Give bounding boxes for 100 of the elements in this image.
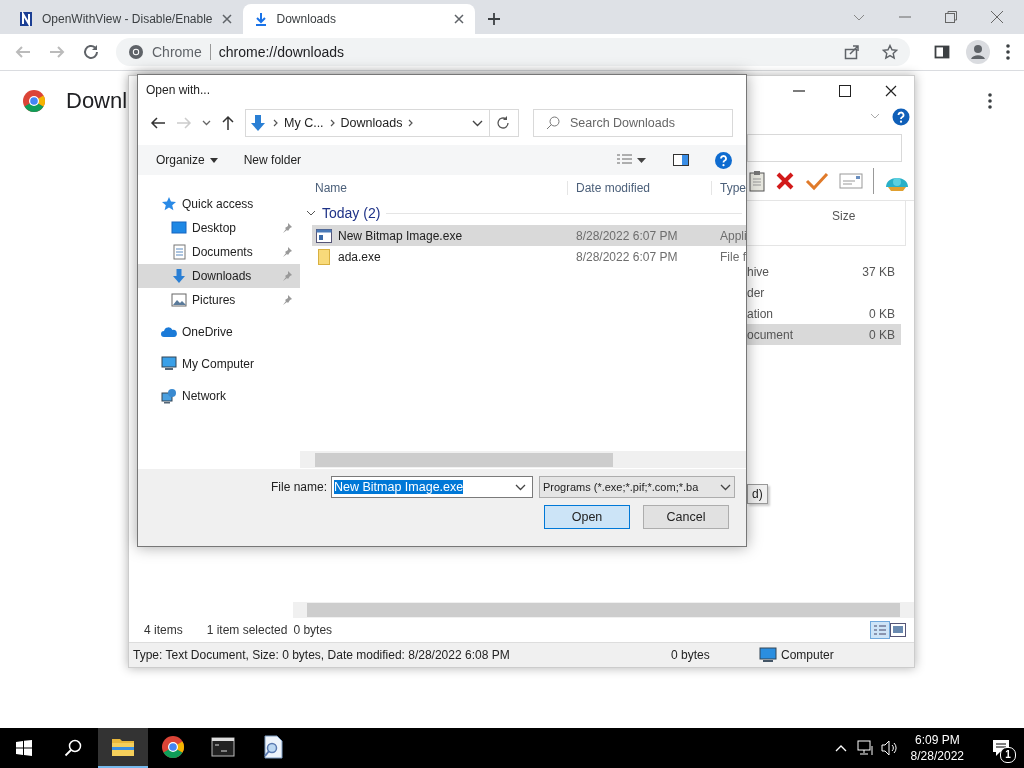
status-text: 0 bytes <box>671 648 711 662</box>
status-text: Type: Text Document, Size: 0 bytes, Date modified: 8/28/2022 6:08 PM <box>132 648 511 662</box>
back-icon[interactable] <box>150 116 166 130</box>
restore-icon[interactable] <box>944 10 958 24</box>
column-header[interactable]: Size <box>832 201 856 245</box>
column-header[interactable]: Type <box>712 181 746 195</box>
document-magnifier-icon <box>261 735 285 759</box>
field-label: File name: <box>270 480 327 494</box>
caret-icon <box>209 157 218 163</box>
nav-item[interactable]: OneDrive <box>138 320 300 344</box>
browser-tab[interactable]: Downloads <box>242 4 475 34</box>
chevron-down-icon <box>720 483 731 491</box>
site-label: Chrome <box>152 44 202 60</box>
refresh-icon[interactable] <box>496 116 510 130</box>
search-field[interactable]: Search Downloads <box>533 109 733 137</box>
list-row[interactable]: ation 0 KB <box>747 303 901 324</box>
table-cell: ation <box>747 306 774 321</box>
table-cell: 0 KB <box>869 306 895 321</box>
toolbar-button[interactable]: Organize <box>156 153 218 167</box>
status-text: Computer <box>781 648 834 662</box>
network-icon[interactable] <box>856 740 875 756</box>
star-icon[interactable] <box>882 44 898 60</box>
list-row[interactable]: hive 37 KB <box>747 261 901 282</box>
table-cell: hive <box>747 264 769 279</box>
chevron-down-icon <box>515 483 526 491</box>
download-icon <box>171 268 187 284</box>
nav-item[interactable]: My Computer <box>138 352 300 376</box>
nav-item[interactable]: Pictures <box>138 288 300 312</box>
pin-icon[interactable] <box>282 295 292 305</box>
help-icon[interactable] <box>715 151 732 169</box>
profile-icon[interactable] <box>966 40 990 64</box>
column-header[interactable]: Name <box>300 181 568 195</box>
toolbar-button[interactable]: New folder <box>243 153 302 167</box>
button[interactable]: d) <box>747 484 768 504</box>
table-cell-text: 8/28/2022 6:07 PM <box>575 228 679 243</box>
maximize-button[interactable] <box>839 85 851 97</box>
address-bar[interactable]: Chrome chrome://downloads <box>116 38 910 66</box>
preview-pane-icon[interactable] <box>673 154 689 166</box>
envelope-icon[interactable] <box>839 173 863 189</box>
checkmark-icon[interactable] <box>805 171 829 191</box>
pin-icon[interactable] <box>282 247 292 257</box>
clock[interactable]: 6:09 PM 8/28/2022 <box>910 732 964 764</box>
browser-tab[interactable]: OpenWithView - Disable/Enable <box>8 4 243 34</box>
breadcrumb-item[interactable]: Downloads <box>340 116 403 130</box>
chevron-down-icon[interactable] <box>202 120 211 126</box>
file-name-field[interactable]: New Bitmap Image.exe <box>331 476 533 498</box>
cancel-button[interactable]: Cancel <box>643 505 729 529</box>
horizontal-scrollbar[interactable] <box>300 451 746 468</box>
nav-item[interactable]: Desktop <box>138 216 300 240</box>
taskbar-button[interactable] <box>98 728 148 768</box>
list-row[interactable]: der <box>747 282 901 303</box>
selection-info: 1 item selected <box>206 623 288 637</box>
table-cell: der <box>747 285 765 300</box>
address-field[interactable]: My C... Downloads <box>245 109 519 137</box>
pin-icon[interactable] <box>282 223 292 233</box>
open-button[interactable]: Open <box>544 505 630 529</box>
group-header[interactable]: Today (2) <box>322 205 381 221</box>
nav-item[interactable]: Quick access <box>138 192 300 216</box>
chevron-right-icon[interactable] <box>329 119 335 127</box>
breadcrumb-item[interactable]: My C... <box>284 116 324 130</box>
start-icon[interactable] <box>16 740 32 756</box>
menu-icon[interactable] <box>1006 44 1010 60</box>
menu-icon[interactable] <box>988 93 992 109</box>
horizontal-scrollbar[interactable] <box>293 602 914 618</box>
chevron-right-icon[interactable] <box>408 119 414 127</box>
selection-size: 0 bytes <box>293 623 333 637</box>
new-tab-icon[interactable] <box>486 12 501 26</box>
table-cell: 0 KB <box>869 327 895 342</box>
help-icon[interactable] <box>892 108 910 126</box>
text-field[interactable] <box>747 134 902 162</box>
nav-item[interactable]: Documents <box>138 240 300 264</box>
search-icon[interactable] <box>64 739 82 757</box>
delete-icon[interactable] <box>775 171 795 191</box>
chevron-up-icon[interactable] <box>834 744 847 752</box>
nav-item[interactable]: Network <box>138 384 300 408</box>
file-row[interactable]: ada.exe 8/28/2022 6:07 PM File f <box>312 246 746 267</box>
nav-item[interactable]: Downloads <box>138 264 300 288</box>
table-cell-text: Appli <box>719 228 746 243</box>
close-icon[interactable] <box>452 13 465 25</box>
column-header[interactable]: Date modified <box>568 181 712 195</box>
application-icon <box>316 228 332 243</box>
side-panel-icon[interactable] <box>934 44 950 60</box>
preview-view-icon[interactable] <box>890 623 906 637</box>
terminal-icon <box>211 735 235 759</box>
clipboard-icon[interactable] <box>749 170 765 192</box>
list-row[interactable]: ocument 0 KB <box>747 324 901 345</box>
chevron-right-icon[interactable] <box>273 119 278 127</box>
file-icon <box>318 248 330 265</box>
volume-icon[interactable] <box>880 740 899 756</box>
reload-icon[interactable] <box>82 43 100 61</box>
share-icon[interactable] <box>844 44 860 60</box>
star-icon <box>161 196 177 212</box>
close-icon[interactable] <box>885 85 897 97</box>
view-options-icon[interactable] <box>617 154 647 166</box>
chevron-down-icon[interactable] <box>306 210 316 216</box>
network-icon <box>161 388 177 404</box>
up-icon[interactable] <box>221 115 235 131</box>
file-row[interactable]: New Bitmap Image.exe 8/28/2022 6:07 PM Appli <box>312 225 746 246</box>
chevron-down-icon[interactable] <box>472 119 483 127</box>
file-type-dropdown[interactable]: Programs (*.exe;*.pif;*.com;*.ba <box>539 476 735 498</box>
